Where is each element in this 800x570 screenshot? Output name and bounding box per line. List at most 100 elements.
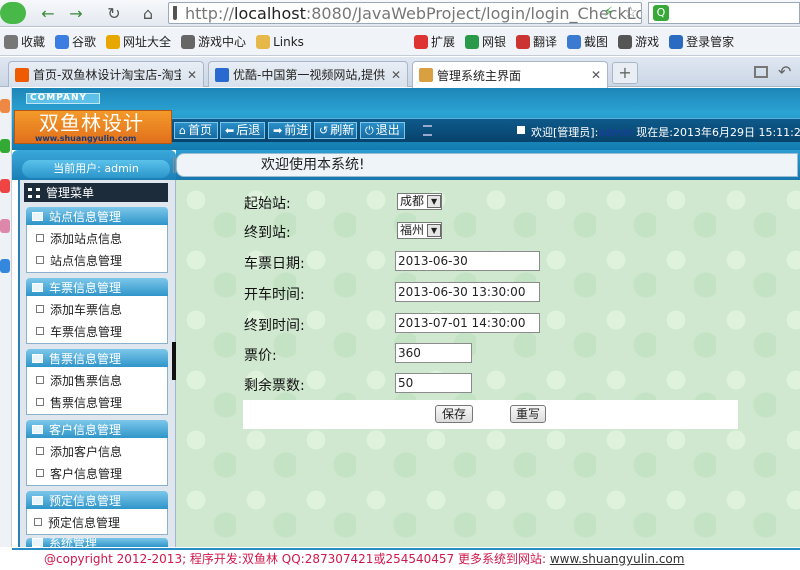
- favorite-item[interactable]: 游戏中心: [181, 33, 246, 50]
- close-icon[interactable]: ✕: [591, 68, 601, 82]
- toolbar-item-label: 翻译: [533, 35, 558, 49]
- main-title-label: 欢迎使用本系统!: [261, 157, 365, 173]
- sidebar-item[interactable]: 预定信息管理: [34, 513, 120, 531]
- menu-title-label: 管理菜单: [46, 186, 95, 200]
- sidebar-group-header[interactable]: 系统管理: [26, 538, 168, 547]
- sidebar-group-title: 售票信息管理: [49, 351, 122, 366]
- toolbar-item[interactable]: 登录管家: [669, 33, 734, 50]
- logo-url: www.shuangyulin.com: [35, 134, 137, 143]
- toolbar-item[interactable]: 翻译: [516, 33, 557, 50]
- url-host: localhost: [234, 3, 306, 23]
- folder-icon: [256, 34, 271, 49]
- side-app-icon[interactable]: [0, 179, 10, 193]
- document-icon: [36, 305, 44, 313]
- end-station-select[interactable]: 福州 ▼: [397, 222, 443, 239]
- dropdown-arrow-icon: ▼: [427, 195, 442, 208]
- close-icon[interactable]: ✕: [391, 68, 401, 82]
- document-icon: [36, 327, 44, 335]
- menu-icon: [423, 125, 432, 136]
- forward-icon[interactable]: →: [64, 2, 88, 24]
- current-datetime: 2013年6月29日 15:11:24: [672, 126, 800, 139]
- sidebar-group-header[interactable]: 车票信息管理: [26, 278, 168, 296]
- side-app-icon[interactable]: [0, 139, 10, 153]
- toolbar-item-label: 截图: [584, 35, 609, 49]
- favorite-item[interactable]: 收藏: [4, 33, 45, 50]
- undo-close-icon[interactable]: ↶: [778, 62, 791, 81]
- sidebar-group-header[interactable]: 售票信息管理: [26, 349, 168, 367]
- address-input[interactable]: http://localhost:8080/JavaWebProject/log…: [168, 2, 642, 24]
- search-engine-icon: Q: [653, 5, 669, 21]
- ticket-date-input[interactable]: 2013-06-30: [395, 251, 540, 271]
- current-user: 当前用户: admin: [22, 160, 170, 178]
- folder-icon: [32, 538, 43, 547]
- toolbar-item[interactable]: 网银: [465, 33, 506, 50]
- company-label: COMPANY: [26, 93, 100, 104]
- nav-1-button[interactable]: ⌂ 首页: [174, 122, 218, 139]
- sidebar-item[interactable]: 车票信息管理: [36, 322, 122, 340]
- admin-name: admin: [598, 126, 633, 139]
- sidebar-item[interactable]: 添加客户信息: [36, 442, 122, 460]
- globe-icon: [106, 34, 121, 49]
- favorite-item[interactable]: 网址大全: [106, 33, 171, 50]
- toolbar-item[interactable]: 游戏: [618, 33, 659, 50]
- sidebar-group-header[interactable]: 客户信息管理: [26, 420, 168, 438]
- welcome-text: 欢迎[管理员]:admin 现在是:2013年6月29日 15:11:24: [531, 124, 800, 140]
- tab-2[interactable]: 优酷-中国第一视频网站,提供视频 ✕: [208, 61, 408, 87]
- document-icon: [36, 447, 44, 455]
- save-button[interactable]: 保存: [435, 405, 473, 423]
- sidebar-group-header[interactable]: 站点信息管理: [26, 207, 168, 225]
- sidebar-group-title: 预定信息管理: [49, 493, 122, 508]
- sidebar-group-header[interactable]: 预定信息管理: [26, 491, 168, 509]
- bolt-icon[interactable]: ⚡: [604, 5, 613, 20]
- sidebar-item[interactable]: 站点信息管理: [36, 251, 122, 269]
- tab-1[interactable]: 首页-双鱼林设计淘宝店-淘宝网 ✕: [8, 61, 204, 87]
- home-icon[interactable]: ⌂: [136, 2, 160, 24]
- document-icon: [36, 398, 44, 406]
- youku-icon: [215, 67, 229, 82]
- folder-icon: [32, 282, 43, 292]
- remaining-tickets-input[interactable]: 50: [395, 373, 472, 393]
- nav-2-button[interactable]: ⬅ 后退: [220, 122, 265, 139]
- key-icon: [669, 34, 684, 49]
- nav-5-button[interactable]: ⏻ 退出: [360, 122, 405, 139]
- browser-logo-icon[interactable]: [0, 2, 26, 24]
- nav-label: 退出: [375, 123, 400, 137]
- document-icon: [36, 469, 44, 477]
- nav-4-button[interactable]: ↺ 刷新: [314, 122, 357, 139]
- price-label: 票价:: [244, 348, 277, 364]
- reload-icon[interactable]: ↻: [102, 2, 126, 24]
- back-icon[interactable]: ←: [36, 2, 60, 24]
- document-icon: [34, 518, 42, 526]
- depart-time-input[interactable]: 2013-06-30 13:30:00: [395, 282, 540, 302]
- tab-list-icon[interactable]: [754, 66, 768, 78]
- sidebar-item[interactable]: 添加车票信息: [36, 300, 122, 318]
- start-station-select[interactable]: 成都 ▼: [397, 193, 443, 210]
- sidebar-item-label: 售票信息管理: [50, 395, 123, 410]
- tab-label: 优酷-中国第一视频网站,提供视频: [233, 68, 385, 82]
- star-icon[interactable]: ☆: [624, 3, 637, 21]
- search-input[interactable]: Q: [648, 2, 800, 24]
- toolbar-item-label: 网银: [482, 35, 507, 49]
- tab-3[interactable]: 管理系统主界面 ✕: [412, 61, 608, 88]
- side-app-icon[interactable]: [0, 259, 10, 273]
- bank-icon: [465, 34, 480, 49]
- toolbar-item[interactable]: 截图: [567, 33, 608, 50]
- side-app-icon[interactable]: [0, 99, 10, 113]
- sidebar-item[interactable]: 添加站点信息: [36, 229, 122, 247]
- side-app-icon[interactable]: [0, 219, 10, 233]
- toolbar-item[interactable]: 扩展: [414, 33, 455, 50]
- reset-button[interactable]: 重写: [510, 405, 546, 423]
- close-icon[interactable]: ✕: [187, 68, 197, 82]
- price-input[interactable]: 360: [395, 343, 472, 363]
- footer-site-link[interactable]: www.shuangyulin.com: [550, 552, 685, 566]
- sidebar-item[interactable]: 添加售票信息: [36, 371, 122, 389]
- new-tab-button[interactable]: +: [612, 62, 638, 84]
- favorite-label: Links: [273, 34, 304, 49]
- sidebar-item[interactable]: 客户信息管理: [36, 464, 122, 482]
- logo-text: 双鱼林设计: [39, 111, 144, 135]
- sidebar-item[interactable]: 售票信息管理: [36, 393, 122, 411]
- favorite-item[interactable]: Links: [256, 34, 304, 49]
- arrive-time-input[interactable]: 2013-07-01 14:30:00: [395, 313, 540, 333]
- nav-3-button[interactable]: ➡ 前进: [268, 122, 311, 139]
- favorite-item[interactable]: 谷歌: [55, 33, 96, 50]
